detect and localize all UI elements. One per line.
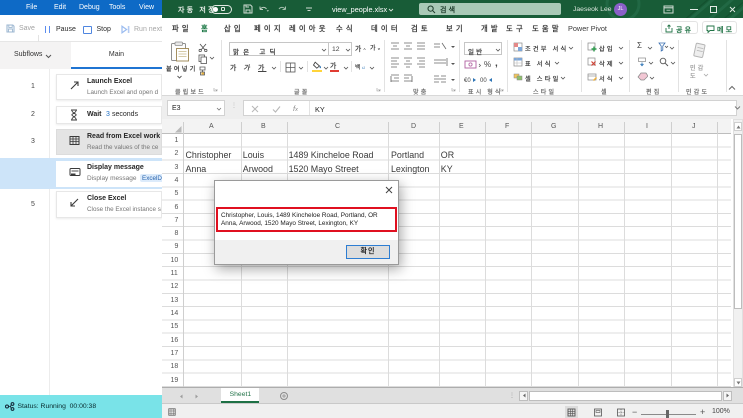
- svg-text:€0: €0: [464, 78, 471, 84]
- svg-text:00: 00: [480, 78, 487, 84]
